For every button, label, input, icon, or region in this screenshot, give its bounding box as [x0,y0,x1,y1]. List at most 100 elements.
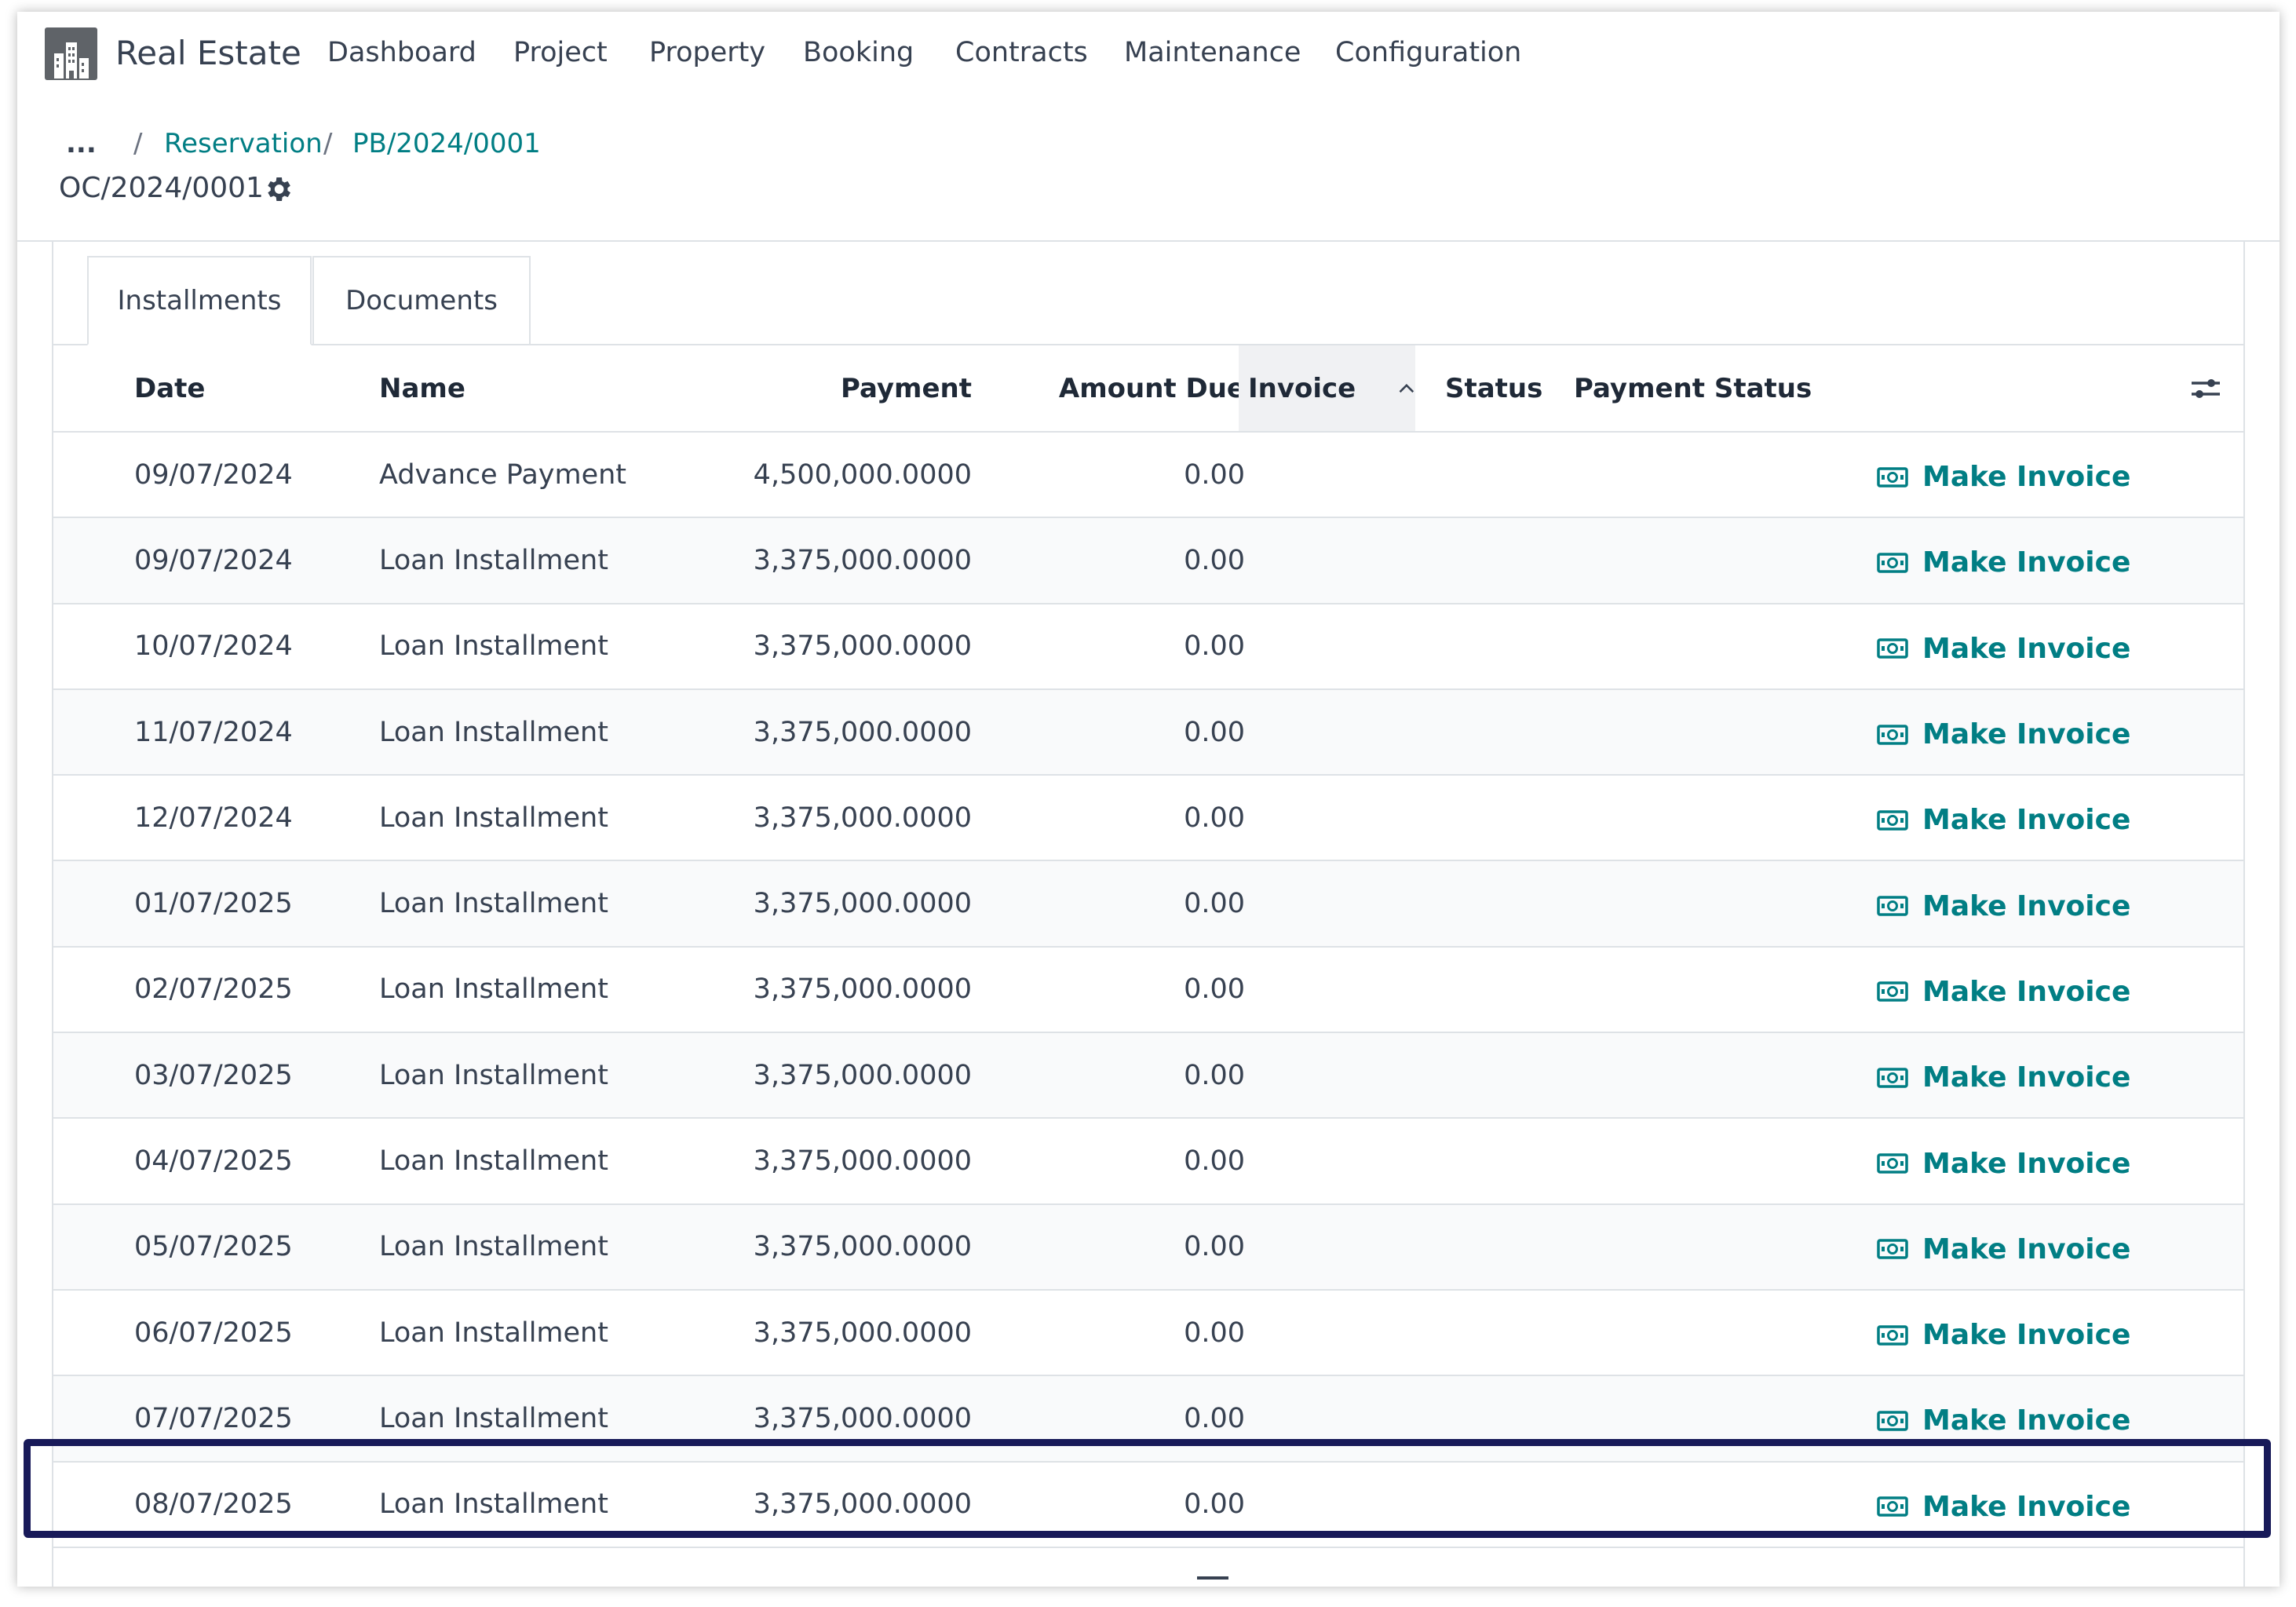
table-row[interactable]: 02/07/2025 Loan Installment 3,375,000.00… [53,948,2243,1034]
make-invoice-label: Make Invoice [1922,632,2131,665]
make-invoice-button[interactable]: Make Invoice [1877,1463,2130,1547]
table-row[interactable]: 10/07/2024 Loan Installment 3,375,000.00… [53,604,2243,690]
cell-date: 09/07/2024 [134,458,293,491]
gear-icon[interactable] [262,173,294,205]
table-row[interactable]: 04/07/2025 Loan Installment 3,375,000.00… [53,1119,2243,1205]
make-invoice-button[interactable]: Make Invoice [1877,433,2130,517]
make-invoice-button[interactable]: Make Invoice [1877,1119,2130,1203]
app-name[interactable]: Real Estate [115,34,301,72]
make-invoice-button[interactable]: Make Invoice [1877,776,2130,860]
cell-date: 08/07/2025 [134,1488,293,1521]
money-icon [1877,810,1908,831]
money-icon [1877,1153,1908,1174]
cell-name: Loan Installment [379,1488,608,1521]
table-row[interactable]: 09/07/2024 Loan Installment 3,375,000.00… [53,518,2243,604]
menu-maintenance[interactable]: Maintenance [1124,37,1301,68]
make-invoice-button[interactable]: Make Invoice [1877,1376,2130,1460]
cell-amount-due: 0.00 [1184,716,1245,748]
table-row[interactable]: 08/07/2025 Loan Installment 3,375,000.00… [53,1463,2243,1548]
make-invoice-button[interactable]: Make Invoice [1877,1033,2130,1117]
money-icon [1877,1324,1908,1346]
cell-name: Loan Installment [379,1059,608,1091]
money-icon [1877,1239,1908,1260]
cell-name: Advance Payment [379,458,627,491]
tab-installments[interactable]: Installments [87,256,312,345]
breadcrumb-booking-ref[interactable]: PB/2024/0001 [352,128,541,159]
column-header-invoice[interactable]: Invoice [1239,345,1415,431]
cell-amount-due: 0.00 [1184,1402,1245,1434]
menu-dashboard[interactable]: Dashboard [327,37,476,68]
building-icon[interactable] [45,27,97,80]
cell-payment: 3,375,000.0000 [753,716,972,748]
cell-name: Loan Installment [379,888,608,920]
cell-payment: 3,375,000.0000 [753,1488,972,1521]
cell-name: Loan Installment [379,802,608,834]
cell-amount-due: 0.00 [1184,1231,1245,1263]
money-icon [1877,1067,1908,1088]
money-icon [1877,466,1908,488]
cell-amount-due: 0.00 [1184,973,1245,1006]
cell-payment: 3,375,000.0000 [753,1231,972,1263]
menu-property[interactable]: Property [649,37,765,68]
make-invoice-button[interactable]: Make Invoice [1877,690,2130,774]
menu-booking[interactable]: Booking [803,37,914,68]
table-row[interactable]: 03/07/2025 Loan Installment 3,375,000.00… [53,1033,2243,1119]
make-invoice-label: Make Invoice [1922,1490,2131,1523]
column-header-amount-due[interactable]: Amount Due [995,345,1245,431]
make-invoice-button[interactable]: Make Invoice [1877,1291,2130,1375]
table-row[interactable]: 05/07/2025 Loan Installment 3,375,000.00… [53,1204,2243,1291]
tab-documents[interactable]: Documents [312,256,531,344]
installments-list: Date Name Payment Amount Due Invoice Sta… [53,345,2243,1548]
cell-payment: 3,375,000.0000 [753,1317,972,1349]
make-invoice-label: Make Invoice [1922,546,2131,579]
scroll-indicator [1197,1576,1228,1580]
make-invoice-button[interactable]: Make Invoice [1877,948,2130,1032]
make-invoice-button[interactable]: Make Invoice [1877,1205,2130,1289]
cell-name: Loan Installment [379,630,608,663]
breadcrumb-separator: / [133,128,143,159]
make-invoice-label: Make Invoice [1922,975,2131,1008]
column-header-status[interactable]: Status [1445,345,1563,431]
make-invoice-button[interactable]: Make Invoice [1877,861,2130,945]
column-header-name[interactable]: Name [379,345,583,431]
make-invoice-label: Make Invoice [1922,889,2131,922]
table-row[interactable]: 06/07/2025 Loan Installment 3,375,000.00… [53,1291,2243,1377]
chevron-up-icon [1399,383,1414,393]
table-row[interactable]: 07/07/2025 Loan Installment 3,375,000.00… [53,1376,2243,1463]
cell-date: 05/07/2025 [134,1231,293,1263]
column-header-date[interactable]: Date [134,345,291,431]
money-icon [1877,1411,1908,1431]
money-icon [1877,896,1908,916]
money-icon [1877,981,1908,1003]
cell-name: Loan Installment [379,973,608,1006]
cell-amount-due: 0.00 [1184,1059,1245,1091]
record-title: OC/2024/0001 [59,172,264,204]
breadcrumb-separator: / [323,128,333,159]
cell-amount-due: 0.00 [1184,630,1245,663]
make-invoice-button[interactable]: Make Invoice [1877,518,2130,602]
menu-configuration[interactable]: Configuration [1335,37,1521,68]
money-icon [1877,1496,1908,1517]
notebook-tabs: Installments Documents [53,256,2243,345]
table-row[interactable]: 11/07/2024 Loan Installment 3,375,000.00… [53,689,2243,776]
menu-contracts[interactable]: Contracts [955,37,1088,68]
table-header: Date Name Payment Amount Due Invoice Sta… [53,345,2243,433]
sliders-icon[interactable] [2190,374,2221,404]
cell-name: Loan Installment [379,1317,608,1349]
table-row[interactable]: 09/07/2024 Advance Payment 4,500,000.000… [53,433,2243,519]
table-row[interactable]: 01/07/2025 Loan Installment 3,375,000.00… [53,861,2243,948]
cell-name: Loan Installment [379,1402,608,1434]
breadcrumb-reservation[interactable]: Reservation [164,128,323,159]
menu-project[interactable]: Project [513,37,608,68]
column-header-payment[interactable]: Payment [721,345,972,431]
table-row[interactable]: 12/07/2024 Loan Installment 3,375,000.00… [53,776,2243,862]
make-invoice-button[interactable]: Make Invoice [1877,604,2130,688]
cell-amount-due: 0.00 [1184,888,1245,920]
breadcrumb-ellipsis[interactable]: ... [66,128,97,159]
make-invoice-label: Make Invoice [1922,718,2131,751]
form-sheet: Installments Documents Date Name Payment… [52,242,2245,1587]
cell-date: 02/07/2025 [134,973,293,1006]
cell-amount-due: 0.00 [1184,458,1245,491]
column-header-payment-status[interactable]: Payment Status [1574,345,1825,431]
cell-payment: 3,375,000.0000 [753,973,972,1006]
